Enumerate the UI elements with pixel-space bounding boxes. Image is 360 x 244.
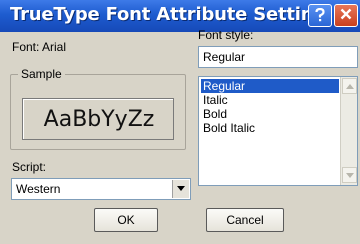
window-title: TrueType Font Attribute Setting	[10, 4, 327, 25]
sample-preview: AaBbYyZz	[22, 98, 174, 140]
chevron-down-icon	[177, 186, 185, 191]
close-icon	[340, 8, 352, 20]
font-style-scrollbar[interactable]	[340, 77, 357, 185]
scroll-down-arrow-icon	[345, 173, 354, 178]
scroll-up-arrow-icon	[345, 84, 354, 89]
close-button[interactable]	[334, 4, 358, 27]
title-bar[interactable]: TrueType Font Attribute Setting	[0, 0, 360, 32]
font-style-input[interactable]	[198, 46, 358, 68]
sample-group-label: Sample	[18, 67, 65, 81]
sample-text: AaBbYyZz	[43, 107, 155, 132]
font-style-option-bold[interactable]: Bold	[201, 107, 339, 121]
font-style-option-italic[interactable]: Italic	[201, 93, 339, 107]
font-style-option-regular[interactable]: Regular	[201, 79, 339, 93]
font-style-list[interactable]: Regular Italic Bold Bold Italic	[198, 76, 358, 186]
scroll-up-button[interactable]	[342, 78, 357, 94]
ok-button[interactable]: OK	[94, 208, 158, 232]
script-label: Script:	[12, 160, 47, 174]
font-style-label: Font style:	[198, 28, 254, 42]
font-name-label: Font: Arial	[12, 40, 67, 54]
help-icon	[315, 8, 325, 22]
script-dropdown-button[interactable]	[172, 180, 189, 198]
help-button[interactable]	[308, 4, 332, 27]
font-style-option-bold-italic[interactable]: Bold Italic	[201, 121, 339, 135]
scroll-down-button[interactable]	[342, 167, 357, 183]
cancel-button[interactable]: Cancel	[206, 208, 284, 232]
script-select-value: Western	[16, 182, 61, 196]
script-select[interactable]: Western	[11, 178, 191, 200]
